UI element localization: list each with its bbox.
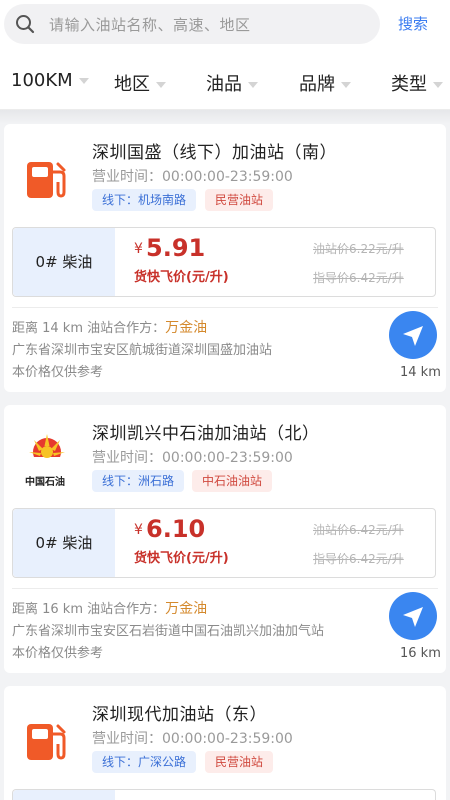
chevron-down-icon <box>248 82 258 88</box>
fuel-type: 0# 柴油 <box>13 228 115 296</box>
fuel-pump-icon <box>27 162 66 198</box>
price-box[interactable]: 0# 柴油 ¥ 6.10 货快飞价(元/升) 油站价6.42元/升 指导价6.4… <box>12 508 436 578</box>
station-price: 油站价6.42元/升 <box>313 523 404 537</box>
distance-km: 14 km <box>400 365 441 380</box>
divider <box>12 307 438 308</box>
station-name[interactable]: 深圳现代加油站（东） <box>92 700 267 725</box>
chevron-down-icon <box>156 82 166 88</box>
chevron-down-icon <box>433 82 443 88</box>
type-tag: 中石油油站 <box>192 470 273 492</box>
price-label: 货快飞价(元/升) <box>134 551 229 566</box>
fuel-type: 0# 柴油 <box>13 509 115 577</box>
separator <box>0 110 450 124</box>
navigation-arrow-icon <box>403 607 423 627</box>
station-name[interactable]: 深圳凯兴中石油加油站（北） <box>92 419 320 444</box>
logo-text: 中国石油 <box>25 477 65 488</box>
station-address: 广东省深圳市宝安区石岩街道中国石油凯兴加油加气站 <box>12 624 325 639</box>
filter-region[interactable]: 地区 <box>114 70 166 96</box>
distance-text: 距离 16 km 油站合作方： <box>12 602 166 617</box>
station-card[interactable]: 深圳国盛（线下）加油站（南） 营业时间：00:00:00-23:59:00 线下… <box>4 124 446 392</box>
price-label: 货快飞价(元/升) <box>134 270 229 285</box>
filter-brand[interactable]: 品牌 <box>299 70 351 96</box>
navigation-arrow-icon <box>403 326 423 346</box>
filter-type[interactable]: 类型 <box>391 70 443 96</box>
navigate-button[interactable] <box>389 311 437 359</box>
filter-label: 类型 <box>391 74 427 95</box>
price-box[interactable] <box>12 789 436 800</box>
search-input[interactable]: 请输入油站名称、高速、地区 <box>4 4 380 44</box>
type-tag: 民营油站 <box>205 751 274 773</box>
station-address: 广东省深圳市宝安区航城街道深圳国盛加油站 <box>12 343 273 358</box>
fuel-type-area <box>13 790 115 800</box>
station-price: 油站价6.22元/升 <box>313 242 404 256</box>
distance-km: 16 km <box>400 646 441 661</box>
filter-label: 100KM <box>11 70 73 91</box>
search-icon <box>16 15 35 34</box>
price-box[interactable]: 0# 柴油 ¥ 5.91 货快飞价(元/升) 油站价6.22元/升 指导价6.4… <box>12 227 436 297</box>
currency-symbol: ¥ <box>134 522 143 538</box>
discount-price: 6.10 <box>146 515 206 543</box>
filter-label: 品牌 <box>299 74 335 95</box>
distance-partner: 距离 16 km 油站合作方：万金油 <box>12 598 207 618</box>
search-button[interactable]: 搜索 <box>398 13 428 34</box>
chevron-down-icon <box>341 82 351 88</box>
filter-label: 地区 <box>114 74 150 95</box>
station-card[interactable]: 中国石油 深圳凯兴中石油加油站（北） 营业时间：00:00:00-23:59:0… <box>4 405 446 673</box>
station-name[interactable]: 深圳国盛（线下）加油站（南） <box>92 138 337 163</box>
petrochina-logo: 中国石油 <box>22 430 72 492</box>
distance-partner: 距离 14 km 油站合作方：万金油 <box>12 317 207 337</box>
business-hours: 营业时间：00:00:00-23:59:00 <box>92 731 293 747</box>
navigate-button[interactable] <box>389 592 437 640</box>
partner-name: 万金油 <box>165 320 208 336</box>
filter-fuel[interactable]: 油品 <box>206 70 258 96</box>
guide-price: 指导价6.42元/升 <box>313 271 404 285</box>
price-note: 本价格仅供参考 <box>12 646 104 661</box>
business-hours: 营业时间：00:00:00-23:59:00 <box>92 169 293 185</box>
currency-symbol: ¥ <box>134 241 143 257</box>
search-placeholder: 请输入油站名称、高速、地区 <box>49 16 251 34</box>
fuel-pump-icon <box>27 724 66 760</box>
divider <box>12 588 438 589</box>
filter-bar: 100KM 地区 油品 品牌 类型 <box>0 52 450 110</box>
chevron-down-icon <box>78 78 89 84</box>
price-note: 本价格仅供参考 <box>12 365 104 380</box>
guide-price: 指导价6.42元/升 <box>313 552 404 566</box>
location-tag: 线下：洲石路 <box>92 470 185 492</box>
petrochina-emblem-icon <box>29 434 65 467</box>
discount-price: 5.91 <box>146 234 206 262</box>
partner-name: 万金油 <box>165 601 208 617</box>
filter-label: 油品 <box>206 74 242 95</box>
filter-distance[interactable]: 100KM <box>11 70 89 91</box>
distance-text: 距离 14 km 油站合作方： <box>12 321 166 336</box>
location-tag: 线下：机场南路 <box>92 189 197 211</box>
station-card[interactable]: 深圳现代加油站（东） 营业时间：00:00:00-23:59:00 线下：广深公… <box>4 686 446 800</box>
top-bar: 请输入油站名称、高速、地区 搜索 <box>0 0 450 52</box>
business-hours: 营业时间：00:00:00-23:59:00 <box>92 450 293 466</box>
location-tag: 线下：广深公路 <box>92 751 197 773</box>
type-tag: 民营油站 <box>205 189 274 211</box>
